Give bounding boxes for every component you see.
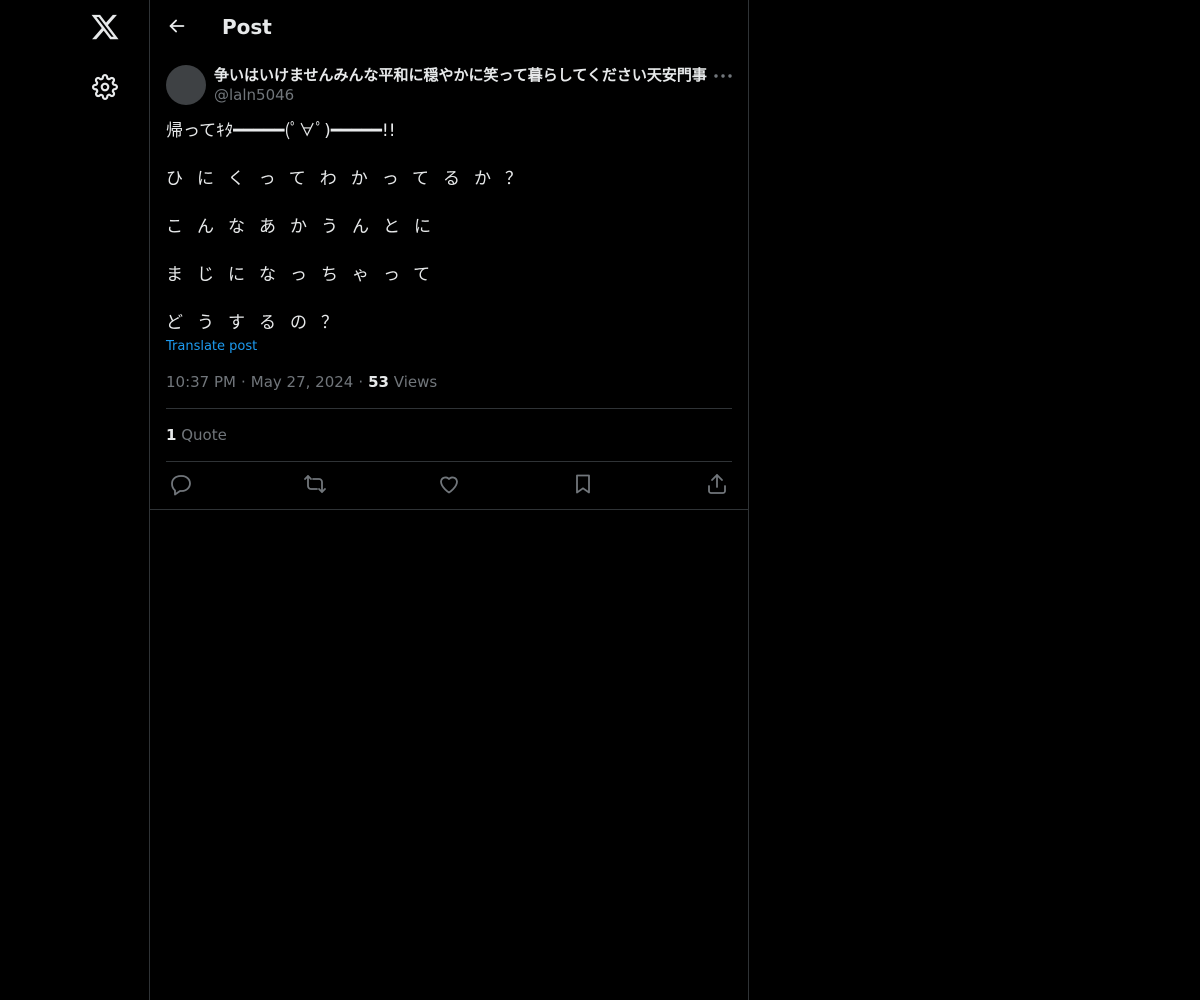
post-line: まじになっちゃって	[166, 265, 445, 285]
author-handle[interactable]: @laln5046	[214, 85, 294, 105]
post-date[interactable]: May 27, 2024	[251, 373, 354, 391]
share-icon[interactable]	[705, 472, 731, 498]
divider	[166, 461, 732, 462]
quotes-label: Quote	[181, 426, 227, 444]
avatar[interactable]	[166, 65, 206, 105]
repost-icon[interactable]	[303, 472, 329, 498]
divider	[166, 408, 732, 409]
post-header: Post	[150, 0, 748, 54]
post-time[interactable]: 10:37 PM	[166, 373, 236, 391]
more-horizontal-icon[interactable]	[712, 66, 734, 86]
separator-dot: ·	[358, 373, 364, 391]
left-nav	[0, 0, 149, 1000]
post-column: Post 争いはいけませんみんな平和に穏やかに笑って暮らしてください天安門事 @…	[149, 0, 749, 1000]
quotes-link[interactable]: 1 Quote	[166, 425, 227, 445]
bookmark-icon[interactable]	[571, 472, 597, 498]
post-line: ひにくってわかってるか？	[166, 169, 536, 189]
page-title: Post	[222, 15, 272, 39]
post-line: こんなあかうんとに	[166, 217, 445, 237]
arrow-left-icon[interactable]	[166, 15, 188, 37]
quotes-count: 1	[166, 426, 177, 444]
separator-dot: ·	[240, 373, 246, 391]
divider	[150, 509, 748, 510]
reply-icon[interactable]	[169, 472, 195, 498]
post-line: 帰ってｷﾀ━━━━━(ﾟ∀ﾟ)━━━━━!!	[166, 121, 396, 141]
heart-icon[interactable]	[437, 472, 463, 498]
post-body: 帰ってｷﾀ━━━━━(ﾟ∀ﾟ)━━━━━!! ひにくってわかってるか？ こんなあ…	[166, 119, 732, 359]
action-bar	[166, 472, 732, 498]
translate-post-link[interactable]: Translate post	[166, 338, 257, 356]
views-label: Views	[393, 373, 438, 391]
post-metadata: 10:37 PM · May 27, 2024 · 53 Views	[166, 372, 437, 392]
x-logo-icon[interactable]	[90, 12, 120, 42]
views-count: 53	[368, 373, 389, 391]
gear-icon[interactable]	[92, 74, 118, 100]
author-display-name[interactable]: 争いはいけませんみんな平和に穏やかに笑って暮らしてください天安門事	[214, 64, 707, 86]
